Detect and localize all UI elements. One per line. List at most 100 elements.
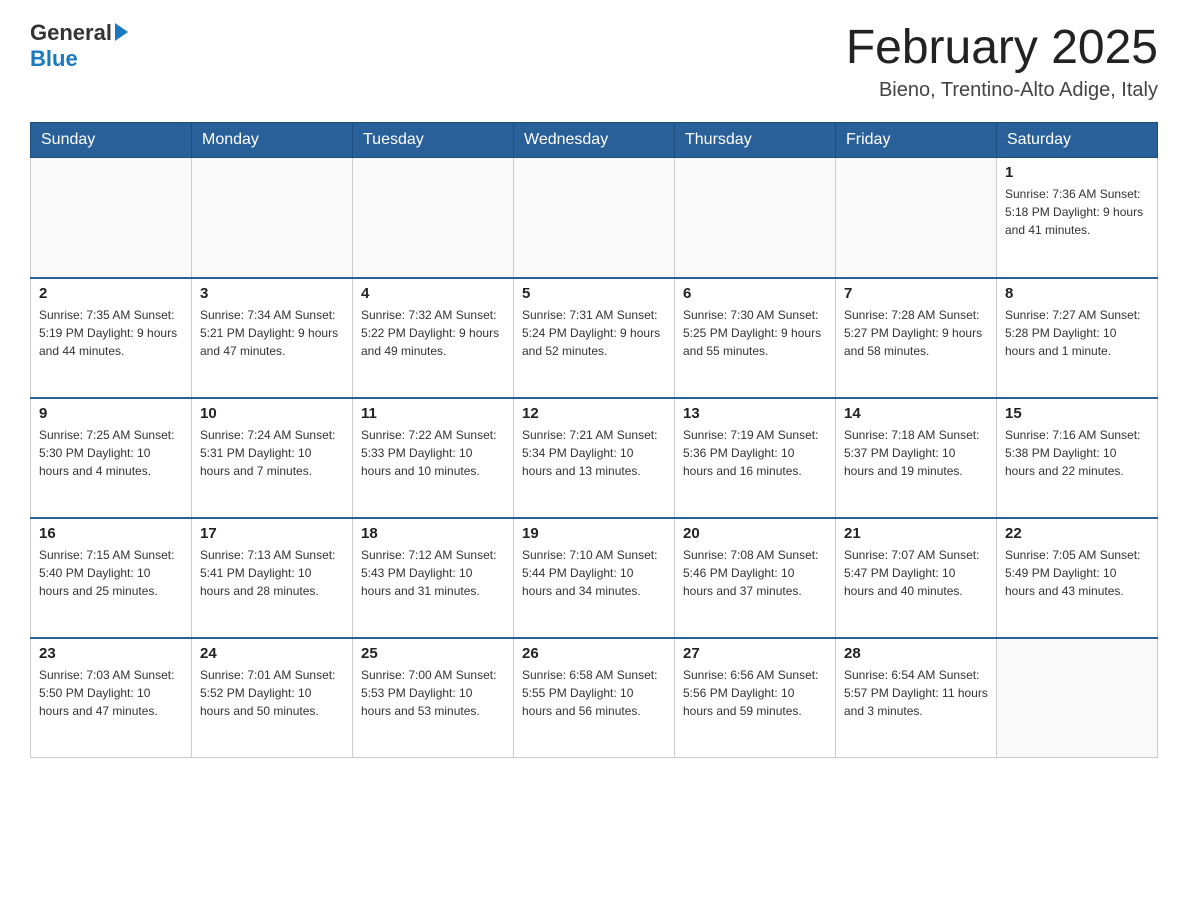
- day-info: Sunrise: 6:54 AM Sunset: 5:57 PM Dayligh…: [844, 666, 988, 720]
- day-info: Sunrise: 7:34 AM Sunset: 5:21 PM Dayligh…: [200, 306, 344, 360]
- day-info: Sunrise: 7:13 AM Sunset: 5:41 PM Dayligh…: [200, 546, 344, 600]
- table-row: 3 Sunrise: 7:34 AM Sunset: 5:21 PM Daylig…: [192, 278, 353, 398]
- day-number: 24: [200, 645, 344, 662]
- day-number: 16: [39, 525, 183, 542]
- day-info: Sunrise: 7:10 AM Sunset: 5:44 PM Dayligh…: [522, 546, 666, 600]
- day-info: Sunrise: 7:22 AM Sunset: 5:33 PM Dayligh…: [361, 426, 505, 480]
- day-number: 7: [844, 285, 988, 302]
- table-row: 7 Sunrise: 7:28 AM Sunset: 5:27 PM Daylig…: [836, 278, 997, 398]
- table-row: 4Sunrise: 7:32 AM Sunset: 5:22 PM Daylig…: [353, 278, 514, 398]
- day-number: 4: [361, 285, 505, 302]
- header-tuesday: Tuesday: [353, 123, 514, 158]
- day-info: Sunrise: 7:01 AM Sunset: 5:52 PM Dayligh…: [200, 666, 344, 720]
- day-info: Sunrise: 7:08 AM Sunset: 5:46 PM Dayligh…: [683, 546, 827, 600]
- day-info: Sunrise: 7:30 AM Sunset: 5:25 PM Dayligh…: [683, 306, 827, 360]
- logo-triangle-icon: [115, 23, 128, 41]
- table-row: [997, 638, 1158, 758]
- table-row: [353, 158, 514, 278]
- table-row: 8Sunrise: 7:27 AM Sunset: 5:28 PM Daylig…: [997, 278, 1158, 398]
- logo-blue-text: Blue: [30, 46, 78, 71]
- day-number: 6: [683, 285, 827, 302]
- day-info: Sunrise: 7:35 AM Sunset: 5:19 PM Dayligh…: [39, 306, 183, 360]
- day-number: 25: [361, 645, 505, 662]
- day-number: 22: [1005, 525, 1149, 542]
- table-row: 9Sunrise: 7:25 AM Sunset: 5:30 PM Daylig…: [31, 398, 192, 518]
- day-info: Sunrise: 7:36 AM Sunset: 5:18 PM Dayligh…: [1005, 185, 1149, 239]
- day-number: 20: [683, 525, 827, 542]
- table-row: 1 Sunrise: 7:36 AM Sunset: 5:18 PM Daylig…: [997, 158, 1158, 278]
- day-info: Sunrise: 7:16 AM Sunset: 5:38 PM Dayligh…: [1005, 426, 1149, 480]
- table-row: 19 Sunrise: 7:10 AM Sunset: 5:44 PM Dayli…: [514, 518, 675, 638]
- table-row: 17 Sunrise: 7:13 AM Sunset: 5:41 PM Dayli…: [192, 518, 353, 638]
- day-number: 19: [522, 525, 666, 542]
- day-info: Sunrise: 6:58 AM Sunset: 5:55 PM Dayligh…: [522, 666, 666, 720]
- day-info: Sunrise: 7:31 AM Sunset: 5:24 PM Dayligh…: [522, 306, 666, 360]
- table-row: 26 Sunrise: 6:58 AM Sunset: 5:55 PM Dayli…: [514, 638, 675, 758]
- calendar-week-row: 2Sunrise: 7:35 AM Sunset: 5:19 PM Daylig…: [31, 278, 1158, 398]
- table-row: [514, 158, 675, 278]
- day-number: 26: [522, 645, 666, 662]
- header-saturday: Saturday: [997, 123, 1158, 158]
- day-number: 13: [683, 405, 827, 422]
- header-friday: Friday: [836, 123, 997, 158]
- table-row: 22 Sunrise: 7:05 AM Sunset: 5:49 PM Dayli…: [997, 518, 1158, 638]
- day-number: 18: [361, 525, 505, 542]
- day-info: Sunrise: 6:56 AM Sunset: 5:56 PM Dayligh…: [683, 666, 827, 720]
- day-number: 5: [522, 285, 666, 302]
- day-info: Sunrise: 7:19 AM Sunset: 5:36 PM Dayligh…: [683, 426, 827, 480]
- table-row: 24 Sunrise: 7:01 AM Sunset: 5:52 PM Dayli…: [192, 638, 353, 758]
- calendar-week-row: 1 Sunrise: 7:36 AM Sunset: 5:18 PM Daylig…: [31, 158, 1158, 278]
- table-row: 10 Sunrise: 7:24 AM Sunset: 5:31 PM Dayli…: [192, 398, 353, 518]
- day-number: 11: [361, 405, 505, 422]
- table-row: 6 Sunrise: 7:30 AM Sunset: 5:25 PM Daylig…: [675, 278, 836, 398]
- calendar-subtitle: Bieno, Trentino-Alto Adige, Italy: [846, 79, 1158, 102]
- table-row: [675, 158, 836, 278]
- table-row: 25 Sunrise: 7:00 AM Sunset: 5:53 PM Dayli…: [353, 638, 514, 758]
- day-info: Sunrise: 7:12 AM Sunset: 5:43 PM Dayligh…: [361, 546, 505, 600]
- calendar-week-row: 23 Sunrise: 7:03 AM Sunset: 5:50 PM Dayli…: [31, 638, 1158, 758]
- logo: General Blue: [30, 20, 128, 73]
- table-row: 13 Sunrise: 7:19 AM Sunset: 5:36 PM Dayli…: [675, 398, 836, 518]
- day-info: Sunrise: 7:28 AM Sunset: 5:27 PM Dayligh…: [844, 306, 988, 360]
- table-row: 5 Sunrise: 7:31 AM Sunset: 5:24 PM Daylig…: [514, 278, 675, 398]
- day-number: 15: [1005, 405, 1149, 422]
- header-wednesday: Wednesday: [514, 123, 675, 158]
- day-info: Sunrise: 7:05 AM Sunset: 5:49 PM Dayligh…: [1005, 546, 1149, 600]
- day-info: Sunrise: 7:24 AM Sunset: 5:31 PM Dayligh…: [200, 426, 344, 480]
- day-number: 21: [844, 525, 988, 542]
- day-info: Sunrise: 7:15 AM Sunset: 5:40 PM Dayligh…: [39, 546, 183, 600]
- table-row: [836, 158, 997, 278]
- calendar-table: Sunday Monday Tuesday Wednesday Thursday…: [30, 122, 1158, 758]
- table-row: 23 Sunrise: 7:03 AM Sunset: 5:50 PM Dayli…: [31, 638, 192, 758]
- table-row: 2Sunrise: 7:35 AM Sunset: 5:19 PM Daylig…: [31, 278, 192, 398]
- day-info: Sunrise: 7:03 AM Sunset: 5:50 PM Dayligh…: [39, 666, 183, 720]
- table-row: 14Sunrise: 7:18 AM Sunset: 5:37 PM Dayli…: [836, 398, 997, 518]
- day-number: 23: [39, 645, 183, 662]
- day-number: 28: [844, 645, 988, 662]
- day-number: 3: [200, 285, 344, 302]
- page-header: General Blue February 2025 Bieno, Trenti…: [30, 20, 1158, 102]
- table-row: 11 Sunrise: 7:22 AM Sunset: 5:33 PM Dayli…: [353, 398, 514, 518]
- day-info: Sunrise: 7:07 AM Sunset: 5:47 PM Dayligh…: [844, 546, 988, 600]
- day-number: 1: [1005, 164, 1149, 181]
- day-number: 10: [200, 405, 344, 422]
- day-info: Sunrise: 7:00 AM Sunset: 5:53 PM Dayligh…: [361, 666, 505, 720]
- calendar-week-row: 9Sunrise: 7:25 AM Sunset: 5:30 PM Daylig…: [31, 398, 1158, 518]
- table-row: 20 Sunrise: 7:08 AM Sunset: 5:46 PM Dayli…: [675, 518, 836, 638]
- day-info: Sunrise: 7:18 AM Sunset: 5:37 PM Dayligh…: [844, 426, 988, 480]
- calendar-week-row: 16 Sunrise: 7:15 AM Sunset: 5:40 PM Dayli…: [31, 518, 1158, 638]
- day-number: 17: [200, 525, 344, 542]
- day-number: 9: [39, 405, 183, 422]
- table-row: 27 Sunrise: 6:56 AM Sunset: 5:56 PM Dayli…: [675, 638, 836, 758]
- header-sunday: Sunday: [31, 123, 192, 158]
- table-row: 28 Sunrise: 6:54 AM Sunset: 5:57 PM Dayli…: [836, 638, 997, 758]
- header-monday: Monday: [192, 123, 353, 158]
- table-row: 16 Sunrise: 7:15 AM Sunset: 5:40 PM Dayli…: [31, 518, 192, 638]
- day-number: 27: [683, 645, 827, 662]
- day-info: Sunrise: 7:21 AM Sunset: 5:34 PM Dayligh…: [522, 426, 666, 480]
- table-row: [31, 158, 192, 278]
- day-number: 8: [1005, 285, 1149, 302]
- table-row: 18 Sunrise: 7:12 AM Sunset: 5:43 PM Dayli…: [353, 518, 514, 638]
- day-number: 12: [522, 405, 666, 422]
- table-row: 15 Sunrise: 7:16 AM Sunset: 5:38 PM Dayli…: [997, 398, 1158, 518]
